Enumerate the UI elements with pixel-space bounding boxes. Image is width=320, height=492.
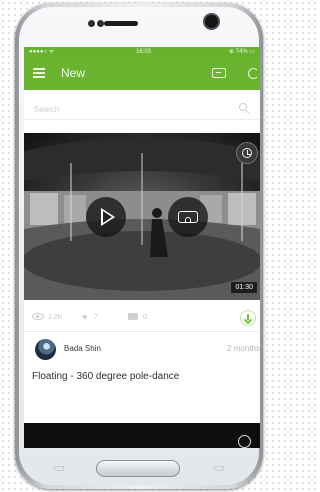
heart-icon[interactable]: ♥ [82, 313, 91, 322]
view-count: 1.2K [48, 314, 63, 321]
signal-indicator: ●●●●○ ᯤ [29, 49, 55, 55]
download-button[interactable] [240, 310, 256, 326]
search-icon[interactable] [239, 103, 247, 111]
vr-headset-icon [178, 211, 198, 223]
stats-row: 1.2K ♥ 7 0 [24, 305, 260, 332]
post-time: 2 months [227, 344, 260, 353]
vr-headset-icon[interactable] [212, 68, 226, 78]
app-bar: New [24, 57, 260, 90]
vr-mode-button[interactable] [168, 197, 208, 237]
video-title[interactable]: Floating - 360 degree pole-dance [32, 371, 179, 382]
next-video-thumbnail[interactable] [24, 423, 260, 448]
sensor-dot [97, 20, 104, 27]
video-thumbnail[interactable]: 01:30 [24, 133, 260, 300]
play-button[interactable] [86, 197, 126, 237]
comment-icon[interactable] [128, 313, 138, 320]
eye-icon [32, 313, 44, 320]
back-key[interactable] [214, 466, 224, 471]
search-bar [24, 97, 260, 120]
clock-icon[interactable] [238, 435, 251, 448]
home-button[interactable] [96, 460, 180, 477]
watch-later-button[interactable] [236, 142, 258, 164]
author-name[interactable]: Bada Shin [64, 344, 101, 353]
sensor-dot [88, 20, 95, 27]
avatar[interactable] [35, 339, 56, 360]
battery-indicator: ⊕ 74% ▭ [228, 49, 255, 55]
comment-count: 0 [143, 314, 147, 321]
phone-speaker-area [82, 17, 162, 31]
earpiece-speaker [104, 21, 138, 26]
hamburger-menu-icon[interactable] [33, 68, 45, 78]
page-title: New [61, 66, 86, 80]
search-input[interactable] [32, 101, 236, 117]
refresh-icon[interactable] [248, 68, 259, 79]
status-bar: ●●●●○ ᯤ 16:03 ⊕ 74% ▭ [24, 47, 260, 57]
status-time: 16:03 [136, 49, 152, 55]
like-count: 7 [94, 314, 98, 321]
recent-apps-key[interactable] [54, 466, 64, 471]
author-row: Bada Shin 2 months [24, 335, 260, 363]
front-camera [203, 13, 220, 30]
duration-badge: 01:30 [231, 282, 257, 293]
studio-360-scene [24, 138, 260, 300]
app-screen: ●●●●○ ᯤ 16:03 ⊕ 74% ▭ New Search 01:30 1… [24, 47, 260, 448]
play-icon [101, 208, 115, 226]
